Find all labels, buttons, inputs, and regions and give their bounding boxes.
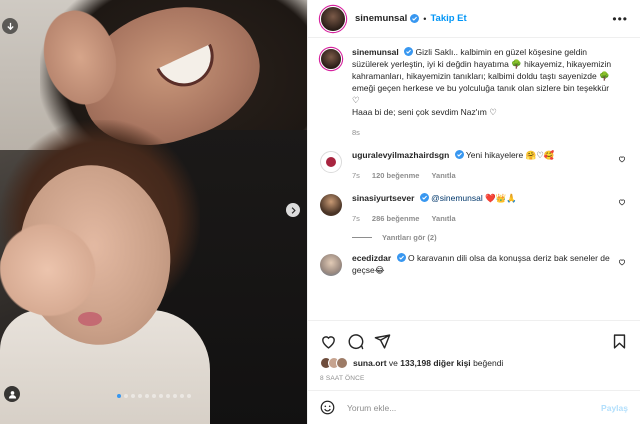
likes-connector: ve xyxy=(388,358,398,368)
likes-count[interactable]: 133,198 diğer kişi xyxy=(400,358,470,368)
carousel-dot xyxy=(165,394,170,398)
follow-button[interactable]: Takip Et xyxy=(430,13,466,24)
comment-meta: 7s 120 beğenme Yanıtla xyxy=(352,170,614,182)
comments-section: sinemunsal Gizli Saklı.. kalbimin en güz… xyxy=(308,38,640,320)
instagram-post-view: sinemunsal • Takip Et ••• sinemunsal Giz… xyxy=(0,0,640,424)
carousel-dot xyxy=(151,394,156,398)
carousel-dot xyxy=(116,394,121,398)
post-timestamp[interactable]: 8 SAAT ÖNCE xyxy=(320,375,628,390)
replies-divider xyxy=(352,237,372,238)
comment-text: ❤️👑🙏 xyxy=(485,193,517,203)
post-photo[interactable] xyxy=(0,0,307,424)
add-comment-bar: Paylaş xyxy=(308,390,640,424)
comment-mention[interactable]: @sinemunsal xyxy=(431,193,483,203)
comment-item: uguralevyilmazhairdsgn Yeni hikayelere 🤗… xyxy=(320,149,628,182)
liker-avatars[interactable] xyxy=(320,357,348,369)
comment-input[interactable] xyxy=(347,402,602,413)
photo-detail xyxy=(78,312,102,326)
comment-item: sinasiyurtsever @sinemunsal ❤️👑🙏 7s 286 … xyxy=(320,192,628,225)
comment-time[interactable]: 7s xyxy=(352,170,360,182)
comment-likes[interactable]: 286 beğenme xyxy=(372,213,420,225)
post-caption: sinemunsal Gizli Saklı.. kalbimin en güz… xyxy=(320,46,628,139)
reply-button[interactable]: Yanıtla xyxy=(431,213,455,225)
avatar[interactable] xyxy=(320,254,342,276)
carousel-dot xyxy=(186,394,191,398)
verified-badge-icon xyxy=(396,253,406,262)
carousel-indicator xyxy=(0,394,307,398)
likes-suffix: beğendi xyxy=(473,358,504,368)
carousel-dot xyxy=(123,394,128,398)
carousel-dot xyxy=(158,394,163,398)
bookmark-icon[interactable] xyxy=(611,333,628,350)
post-header: sinemunsal • Takip Et ••• xyxy=(308,0,640,38)
next-slide-button[interactable] xyxy=(286,203,300,217)
share-icon[interactable] xyxy=(374,333,391,350)
comment-username[interactable]: sinasiyurtsever xyxy=(352,193,414,203)
comment-time[interactable]: 7s xyxy=(352,213,360,225)
like-comment-heart-icon[interactable] xyxy=(618,198,626,206)
comment-text: O karavanın dili olsa da konuşsa deriz b… xyxy=(352,253,610,275)
avatar xyxy=(336,357,348,369)
carousel-dot xyxy=(144,394,149,398)
caption-text-line2: Haaa bi de; seni çok sevdim Naz'ım ♡ xyxy=(352,107,497,117)
scroll-down-icon[interactable] xyxy=(2,18,18,34)
post-sidebar: sinemunsal • Takip Et ••• sinemunsal Giz… xyxy=(307,0,640,424)
liker-username[interactable]: suna.ort xyxy=(353,358,387,368)
post-author-username[interactable]: sinemunsal xyxy=(355,13,407,24)
avatar-logo-icon xyxy=(326,157,336,167)
comment-meta: 7s 286 beğenme Yanıtla xyxy=(352,213,614,225)
comment-likes[interactable]: 120 beğenme xyxy=(372,170,420,182)
comment-username[interactable]: uguralevyilmazhairdsgn xyxy=(352,150,449,160)
comment-item: ecedizdar O karavanın dili olsa da konuş… xyxy=(320,252,628,276)
more-options-icon[interactable]: ••• xyxy=(612,12,628,26)
caption-time[interactable]: 8s xyxy=(352,127,360,139)
verified-badge-icon xyxy=(419,193,429,202)
emoji-icon[interactable] xyxy=(320,400,335,415)
verified-badge-icon xyxy=(454,150,464,159)
separator-dot: • xyxy=(423,13,427,24)
carousel-dot xyxy=(179,394,184,398)
avatar[interactable] xyxy=(320,5,346,32)
like-comment-heart-icon[interactable] xyxy=(618,155,626,163)
avatar[interactable] xyxy=(320,151,342,173)
reply-button[interactable]: Yanıtla xyxy=(431,170,455,182)
avatar[interactable] xyxy=(320,194,342,216)
verified-badge-icon xyxy=(404,47,414,56)
avatar[interactable] xyxy=(320,48,342,70)
likes-summary: suna.ort ve 133,198 diğer kişi beğendi xyxy=(320,357,628,369)
post-actions: suna.ort ve 133,198 diğer kişi beğendi 8… xyxy=(308,320,640,390)
comment-username[interactable]: ecedizdar xyxy=(352,253,391,263)
comment-text: Yeni hikayelere 🤗♡🥰 xyxy=(465,150,555,160)
like-comment-heart-icon[interactable] xyxy=(618,258,626,266)
carousel-dot xyxy=(172,394,177,398)
action-icons-row xyxy=(320,329,628,353)
carousel-dot xyxy=(137,394,142,398)
comment-icon[interactable] xyxy=(347,333,364,350)
verified-badge-icon xyxy=(410,14,420,23)
view-replies-button[interactable]: Yanıtları gör (2) xyxy=(352,233,628,242)
post-comment-button[interactable]: Paylaş xyxy=(601,403,628,413)
carousel-dot xyxy=(130,394,135,398)
like-heart-icon[interactable] xyxy=(320,333,337,350)
caption-meta: 8s xyxy=(352,127,614,139)
caption-username[interactable]: sinemunsal xyxy=(352,47,399,57)
view-replies-label: Yanıtları gör (2) xyxy=(382,233,437,242)
